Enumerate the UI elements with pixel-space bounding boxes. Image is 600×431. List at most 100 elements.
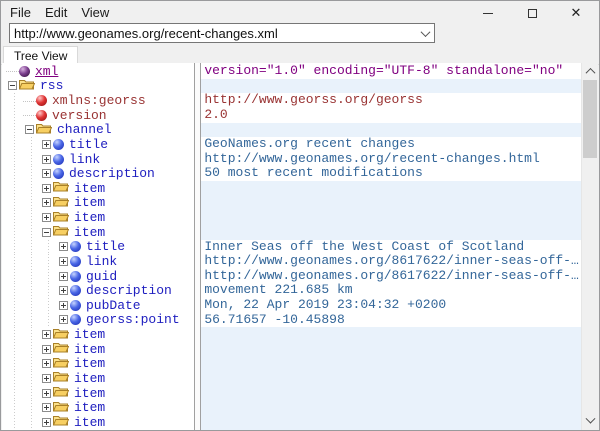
expand-icon[interactable] <box>59 315 68 324</box>
tree-node-georss:point[interactable]: georss:point <box>2 313 194 328</box>
expand-icon[interactable] <box>42 213 51 222</box>
expand-icon[interactable] <box>42 330 51 339</box>
scroll-up-button[interactable] <box>582 63 598 80</box>
expand-icon[interactable] <box>42 345 51 354</box>
collapse-icon[interactable] <box>42 228 51 237</box>
value-row[interactable] <box>201 400 581 415</box>
tree-node-item[interactable]: item <box>2 196 194 211</box>
scrollbar-thumb[interactable] <box>583 80 597 158</box>
tree-node-item[interactable]: item <box>2 371 194 386</box>
tree-node-item[interactable]: item <box>2 327 194 342</box>
folder-icon <box>36 121 52 139</box>
value-row[interactable]: 50 most recent modifications <box>201 166 581 181</box>
expand-icon[interactable] <box>42 359 51 368</box>
expand-icon[interactable] <box>42 140 51 149</box>
collapse-icon[interactable] <box>8 81 17 90</box>
maximize-button[interactable] <box>510 1 554 25</box>
value-row[interactable]: http://www.geonames.org/recent-changes.h… <box>201 152 581 167</box>
tree-node-rss[interactable]: rss <box>2 79 194 94</box>
expand-icon[interactable] <box>42 418 51 427</box>
tree-node-title[interactable]: title <box>2 137 194 152</box>
tree-node-link[interactable]: link <box>2 254 194 269</box>
tree-node-item[interactable]: item <box>2 415 194 430</box>
value-row[interactable]: http://www.georss.org/georss <box>201 93 581 108</box>
value-row[interactable]: 2.0 <box>201 108 581 123</box>
value-row[interactable] <box>201 415 581 430</box>
element-icon <box>53 139 64 150</box>
tree-node-title[interactable]: title <box>2 240 194 255</box>
value-row[interactable]: 56.71657 -10.45898 <box>201 313 581 328</box>
collapse-icon[interactable] <box>25 125 34 134</box>
tree-node-label: version <box>52 108 107 123</box>
value-row[interactable] <box>201 371 581 386</box>
maximize-icon <box>528 9 537 18</box>
tree-node-pubDate[interactable]: pubDate <box>2 298 194 313</box>
value-row[interactable] <box>201 210 581 225</box>
expand-icon[interactable] <box>59 257 68 266</box>
menu-view[interactable]: View <box>74 2 116 23</box>
tree-indent-guide <box>40 254 57 269</box>
value-row[interactable]: Mon, 22 Apr 2019 23:04:32 +0200 <box>201 298 581 313</box>
value-row[interactable] <box>201 225 581 240</box>
menu-file[interactable]: File <box>3 2 38 23</box>
minimize-button[interactable] <box>466 1 510 25</box>
xml-tree-pane[interactable]: xmlrssxmlns:georssversionchanneltitlelin… <box>2 63 195 430</box>
menu-edit[interactable]: Edit <box>38 2 74 23</box>
vertical-scrollbar[interactable] <box>581 63 598 430</box>
tree-node-item[interactable]: item <box>2 342 194 357</box>
xml-declaration-icon <box>19 66 30 77</box>
expand-icon[interactable] <box>42 184 51 193</box>
value-row[interactable]: Inner Seas off the West Coast of Scotlan… <box>201 240 581 255</box>
tree-indent-guide <box>6 371 23 386</box>
tree-node-version[interactable]: version <box>2 108 194 123</box>
url-input[interactable] <box>10 26 416 41</box>
close-button[interactable]: ✕ <box>554 1 598 25</box>
tree-node-item[interactable]: item <box>2 181 194 196</box>
value-row[interactable] <box>201 123 581 138</box>
url-combobox[interactable] <box>9 23 435 43</box>
expand-icon[interactable] <box>42 198 51 207</box>
value-row[interactable]: version="1.0" encoding="UTF-8" standalon… <box>201 64 581 79</box>
value-row[interactable]: http://www.geonames.org/8617622/inner-se… <box>201 269 581 284</box>
value-row[interactable] <box>201 342 581 357</box>
tab-tree-view[interactable]: Tree View <box>3 46 78 64</box>
value-row[interactable]: http://www.geonames.org/8617622/inner-se… <box>201 254 581 269</box>
value-row[interactable] <box>201 181 581 196</box>
tree-node-description[interactable]: description <box>2 283 194 298</box>
expand-icon[interactable] <box>59 272 68 281</box>
expand-icon[interactable] <box>42 389 51 398</box>
tree-node-xmlns:georss[interactable]: xmlns:georss <box>2 93 194 108</box>
expand-icon[interactable] <box>59 286 68 295</box>
value-row[interactable] <box>201 79 581 94</box>
value-row[interactable] <box>201 327 581 342</box>
value-pane[interactable]: version="1.0" encoding="UTF-8" standalon… <box>200 63 581 430</box>
combobox-dropdown-button[interactable] <box>416 24 434 42</box>
tree-node-channel[interactable]: channel <box>2 123 194 138</box>
expand-icon[interactable] <box>42 155 51 164</box>
tree-node-item[interactable]: item <box>2 225 194 240</box>
app-window: File Edit View ✕ Tree View xmlrssxmlns:g… <box>0 0 600 431</box>
tree-node-link[interactable]: link <box>2 152 194 167</box>
expand-icon[interactable] <box>42 169 51 178</box>
expand-icon[interactable] <box>59 242 68 251</box>
value-row[interactable]: GeoNames.org recent changes <box>201 137 581 152</box>
value-row[interactable] <box>201 196 581 211</box>
tree-node-guid[interactable]: guid <box>2 269 194 284</box>
tree-node-item[interactable]: item <box>2 386 194 401</box>
tree-node-description[interactable]: description <box>2 166 194 181</box>
tree-indent-guide <box>23 357 40 372</box>
expand-icon[interactable] <box>42 374 51 383</box>
tree-node-label: item <box>74 195 105 210</box>
value-row[interactable] <box>201 386 581 401</box>
tree-node-item[interactable]: item <box>2 210 194 225</box>
value-row[interactable] <box>201 357 581 372</box>
scroll-down-button[interactable] <box>582 413 598 430</box>
tree-connector <box>6 71 19 72</box>
expand-icon[interactable] <box>42 403 51 412</box>
attribute-icon <box>36 95 47 106</box>
expand-icon[interactable] <box>59 301 68 310</box>
value-row[interactable]: movement 221.685 km <box>201 283 581 298</box>
tree-node-item[interactable]: item <box>2 357 194 372</box>
element-icon <box>70 314 81 325</box>
tree-node-item[interactable]: item <box>2 400 194 415</box>
